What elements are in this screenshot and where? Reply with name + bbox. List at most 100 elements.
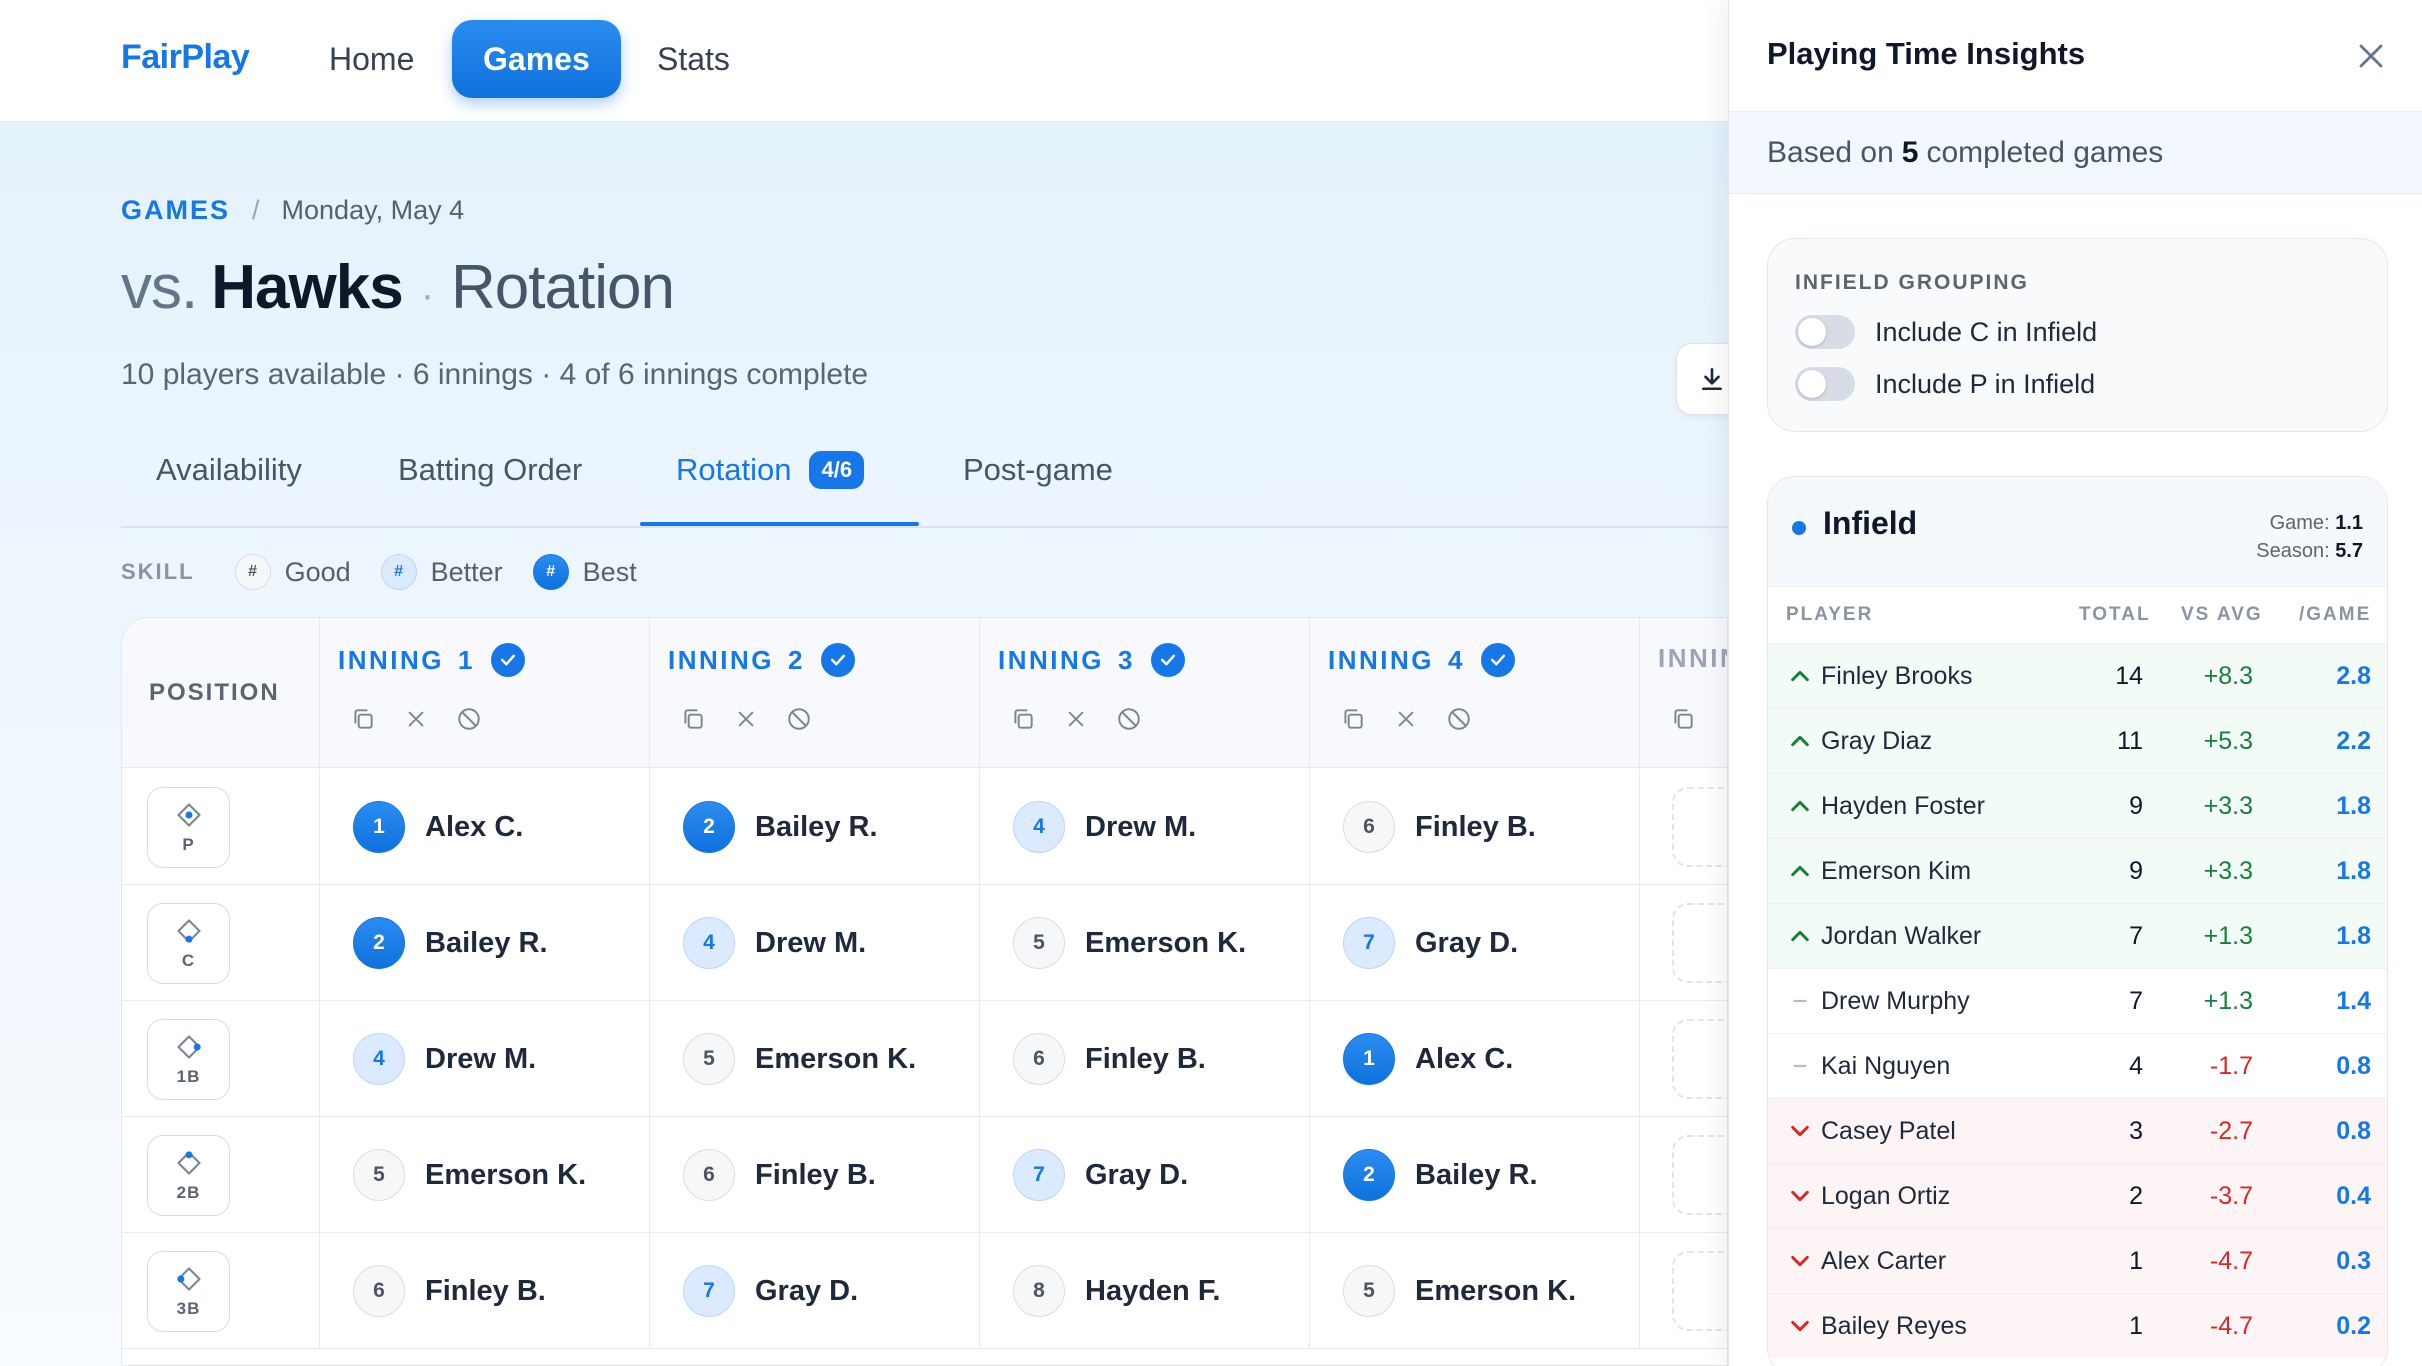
player-name: Gray Diaz [1821, 727, 1933, 755]
season-average-value: 5.7 [2335, 540, 2363, 562]
include-c-toggle[interactable] [1795, 315, 1855, 349]
jersey-number: 5 [1013, 917, 1065, 969]
field-position-icon [175, 801, 203, 829]
col-total[interactable]: TOTAL [2079, 604, 2151, 626]
col-vs-avg[interactable]: VS AVG [2181, 604, 2263, 626]
col-per-game[interactable]: /GAME [2299, 604, 2371, 626]
rotation-slot[interactable]: 5 Emerson K. [1310, 1233, 1640, 1349]
include-p-toggle[interactable] [1795, 367, 1855, 401]
rotation-slot[interactable]: 7 Gray D. [650, 1233, 980, 1349]
table-row: Bailey Reyes 1 -4.7 0.2 [1768, 1293, 2387, 1358]
infield-card: Infield Game: 1.1 Season: 5.7 PLAYER TOT… [1767, 476, 2388, 1366]
tab-post-game[interactable]: Post-game [963, 444, 1113, 496]
brand-logo[interactable]: FairPlay [121, 38, 250, 77]
skill-legend-label: SKILL [121, 559, 195, 584]
nav-home[interactable]: Home [298, 20, 445, 98]
active-tab-indicator [640, 522, 919, 526]
player-name: Drew M. [755, 926, 867, 959]
rotation-slot[interactable]: 1 Alex C. [1310, 1001, 1640, 1117]
tab-rotation[interactable]: Rotation 4/6 [676, 444, 865, 496]
rotation-slot[interactable]: 7 Gray D. [1310, 885, 1640, 1001]
rotation-slot[interactable]: 4 Drew M. [320, 1001, 650, 1117]
clear-icon[interactable] [1391, 704, 1421, 734]
rotation-slot[interactable]: 5 Emerson K. [650, 1001, 980, 1117]
rotation-slot[interactable]: 8 Hayden F. [980, 1233, 1310, 1349]
player-name: Finley Brooks [1821, 662, 1973, 690]
rotation-slot[interactable]: 4 Drew M. [980, 769, 1310, 885]
rotation-slot[interactable]: 2 Bailey R. [320, 885, 650, 1001]
inning-5-tools [1668, 704, 1721, 734]
copy-icon[interactable] [1668, 704, 1698, 734]
empty-slot[interactable] [1672, 787, 1727, 867]
jersey-number: 5 [1343, 1265, 1395, 1317]
position-3b-badge: 3B [147, 1251, 230, 1332]
rotation-slot-empty[interactable] [1640, 885, 1727, 1001]
download-icon [1702, 367, 1722, 391]
per-game: 1.8 [2336, 792, 2371, 820]
block-icon[interactable] [1114, 704, 1144, 734]
jersey-number: 1 [353, 801, 405, 853]
total-innings: 9 [2129, 857, 2143, 885]
per-game: 0.8 [2336, 1052, 2371, 1080]
jersey-number: 4 [1013, 801, 1065, 853]
empty-slot[interactable] [1672, 903, 1727, 983]
position-label: C [181, 950, 196, 970]
table-row: 3B 6 Finley B. 7 Gray D. 8 Hayden F. 5 Emerson K… [122, 1233, 1727, 1349]
player-name: Drew Murphy [1821, 987, 1970, 1015]
rotation-slot[interactable]: 2 Bailey R. [1310, 1117, 1640, 1233]
clear-icon[interactable] [401, 704, 431, 734]
nav-games[interactable]: Games [452, 20, 621, 98]
tab-availability[interactable]: Availability [156, 444, 302, 496]
toggle-row-p: Include P in Infield [1795, 367, 2095, 401]
player-name: Bailey R. [1415, 1158, 1538, 1191]
table-row: Gray Diaz 11 +5.3 2.2 [1768, 708, 2387, 773]
block-icon[interactable] [784, 704, 814, 734]
rotation-slot[interactable]: 6 Finley B. [650, 1117, 980, 1233]
inning-2-title: INNING 2 [668, 643, 855, 677]
empty-slot[interactable] [1672, 1135, 1727, 1215]
rotation-slot-empty[interactable] [1640, 1233, 1727, 1349]
copy-icon[interactable] [678, 704, 708, 734]
per-game: 0.2 [2336, 1312, 2371, 1340]
rotation-slot[interactable]: 2 Bailey R. [650, 769, 980, 885]
jersey-number: 5 [683, 1033, 735, 1085]
breadcrumb-games-link[interactable]: GAMES [121, 195, 230, 226]
rotation-slot-empty[interactable] [1640, 1001, 1727, 1117]
block-icon[interactable] [1444, 704, 1474, 734]
clear-icon[interactable] [1061, 704, 1091, 734]
rotation-slot[interactable]: 6 Finley B. [1310, 769, 1640, 885]
tab-batting-order[interactable]: Batting Order [398, 444, 582, 496]
close-panel-button[interactable] [2351, 36, 2391, 76]
rotation-slot[interactable]: 5 Emerson K. [320, 1117, 650, 1233]
inning-4-title: INNING 4 [1328, 643, 1515, 677]
nav-stats[interactable]: Stats [626, 20, 761, 98]
player-name: Bailey Reyes [1821, 1312, 1967, 1340]
rotation-slot[interactable]: 5 Emerson K. [980, 885, 1310, 1001]
player-name: Finley B. [755, 1158, 876, 1191]
rotation-slot[interactable]: 4 Drew M. [650, 885, 980, 1001]
clear-icon[interactable] [731, 704, 761, 734]
copy-icon[interactable] [1008, 704, 1038, 734]
empty-slot[interactable] [1672, 1019, 1727, 1099]
per-game: 2.8 [2336, 662, 2371, 690]
table-row: Drew Murphy 7 +1.3 1.4 [1768, 968, 2387, 1033]
empty-slot[interactable] [1672, 1251, 1727, 1331]
title-vs: vs. [121, 253, 198, 322]
trend-up-icon [1788, 664, 1812, 688]
title-section: Rotation [451, 253, 675, 322]
copy-icon[interactable] [348, 704, 378, 734]
position-2b-badge: 2B [147, 1135, 230, 1216]
rotation-slot-empty[interactable] [1640, 769, 1727, 885]
rotation-slot[interactable]: 6 Finley B. [980, 1001, 1310, 1117]
rotation-slot[interactable]: 1 Alex C. [320, 769, 650, 885]
rotation-slot[interactable]: 6 Finley B. [320, 1233, 650, 1349]
col-player[interactable]: PLAYER [1786, 604, 1873, 626]
block-icon[interactable] [454, 704, 484, 734]
rotation-slot-empty[interactable] [1640, 1117, 1727, 1233]
copy-icon[interactable] [1338, 704, 1368, 734]
jersey-number: 6 [1013, 1033, 1065, 1085]
table-row: Casey Patel 3 -2.7 0.8 [1768, 1098, 2387, 1163]
player-name: Casey Patel [1821, 1117, 1956, 1145]
rotation-slot[interactable]: 7 Gray D. [980, 1117, 1310, 1233]
legend-good-label: Good [284, 556, 351, 587]
